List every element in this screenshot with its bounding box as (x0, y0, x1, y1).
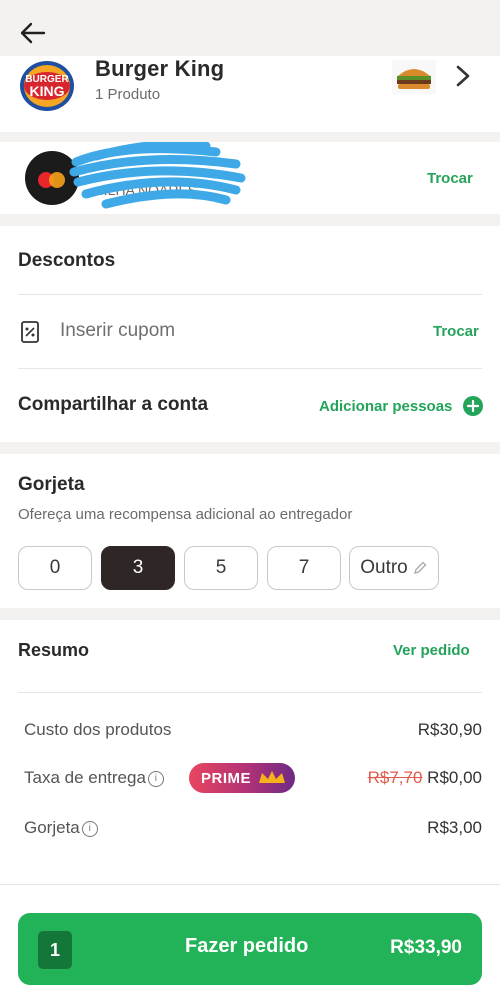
tip-other-label: Outro (360, 557, 408, 578)
plus-icon[interactable] (463, 396, 483, 416)
delivery-fee-value: R$7,70 R$0,00 (368, 768, 482, 788)
prime-badge-label: PRIME (201, 769, 252, 787)
tip-summary-row: Gorjeta i (24, 818, 98, 838)
store-row[interactable]: BURGER KING Burger King 1 Produto (0, 56, 500, 132)
pencil-icon (413, 561, 427, 574)
store-name: Burger King (95, 56, 225, 81)
delivery-fee-label: Taxa de entrega (24, 768, 146, 787)
section-separator (0, 608, 500, 620)
payment-row[interactable]: ...LHA NOARES Trocar (0, 142, 500, 214)
change-payment-button[interactable]: Trocar (427, 170, 473, 187)
tip-option-other[interactable]: Outro (349, 546, 439, 590)
cart-quantity-badge: 1 (38, 931, 72, 969)
arrow-left-icon[interactable] (18, 20, 48, 46)
tip-option-0[interactable]: 0 (18, 546, 92, 590)
view-order-button[interactable]: Ver pedido (393, 642, 470, 659)
place-order-button[interactable]: 1 Fazer pedido R$33,90 (18, 913, 482, 985)
delivery-fee-old: R$7,70 (367, 768, 423, 787)
tip-option-3[interactable]: 3 (101, 546, 175, 590)
change-coupon-button[interactable]: Trocar (433, 323, 479, 340)
section-separator (0, 132, 500, 142)
divider (18, 368, 482, 369)
coupon-input[interactable]: Inserir cupom (60, 320, 175, 342)
coupon-icon (21, 321, 39, 343)
redaction-scribble (69, 142, 246, 209)
add-people-button[interactable]: Adicionar pessoas (319, 398, 452, 415)
share-bill-title: Compartilhar a conta (18, 394, 209, 415)
delivery-fee-new: R$0,00 (427, 768, 482, 787)
section-separator (0, 214, 500, 226)
tip-title: Gorjeta (18, 474, 85, 495)
prime-badge: PRIME (189, 763, 295, 793)
products-cost-label: Custo dos produtos (24, 720, 172, 739)
burger-image-icon (392, 60, 436, 94)
products-count: 1 Produto (95, 86, 161, 103)
crown-icon (259, 771, 286, 783)
chevron-right-icon[interactable] (454, 64, 472, 88)
tip-summary-value: R$3,00 (427, 818, 482, 837)
summary-title: Resumo (18, 640, 90, 660)
svg-text:KING: KING (30, 83, 65, 99)
delivery-fee-row: Taxa de entrega i (24, 768, 164, 788)
divider (18, 692, 482, 693)
tip-option-7[interactable]: 7 (267, 546, 341, 590)
order-total: R$33,90 (390, 937, 462, 958)
products-cost-value: R$30,90 (417, 720, 482, 739)
divider (0, 884, 500, 885)
discounts-title: Descontos (18, 250, 116, 271)
info-icon[interactable]: i (147, 770, 164, 787)
place-order-label: Fazer pedido (185, 935, 309, 957)
tip-option-5[interactable]: 5 (184, 546, 258, 590)
tip-subtitle: Ofereça uma recompensa adicional ao entr… (18, 506, 353, 523)
divider (18, 294, 482, 295)
info-icon[interactable]: i (81, 820, 98, 837)
tip-summary-label: Gorjeta (24, 818, 80, 837)
section-separator (0, 442, 500, 454)
burger-king-logo: BURGER KING (20, 61, 74, 111)
